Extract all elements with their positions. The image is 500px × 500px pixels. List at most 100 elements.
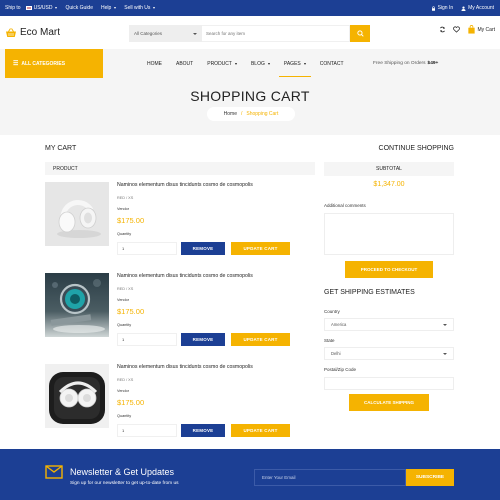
mail-icon: [45, 465, 63, 479]
subscribe-button[interactable]: SUBSCRIBE: [406, 469, 454, 486]
help-menu[interactable]: Help: [101, 5, 117, 11]
breadcrumb-home[interactable]: Home: [224, 111, 237, 117]
heart-icon[interactable]: [452, 26, 460, 33]
search-input[interactable]: [202, 25, 350, 42]
ship-to-label: Ship to: [5, 5, 21, 11]
menu-icon: ☰: [13, 61, 19, 67]
country-select[interactable]: America: [324, 318, 454, 331]
quantity-label: Quantity: [117, 323, 132, 327]
product-price: $175.00: [117, 307, 145, 316]
newsletter-section: Newsletter & Get Updates Sign up for our…: [0, 449, 500, 500]
chevron-down-icon: [193, 32, 197, 35]
watch-product-image[interactable]: [45, 273, 109, 337]
nav-home[interactable]: HOME: [140, 49, 169, 78]
newsletter-email-input[interactable]: Enter Your Email: [254, 469, 406, 486]
comments-textarea[interactable]: [324, 213, 454, 255]
zip-input[interactable]: [324, 377, 454, 390]
product-vendor: Vendor: [117, 207, 130, 211]
search-button[interactable]: [350, 25, 370, 42]
nav-contact-label: CONTACT: [319, 60, 344, 67]
breadcrumb-separator: /: [240, 111, 243, 117]
newsletter-subtitle: Sign up for our newsletter to get up-to-…: [70, 481, 179, 486]
quantity-input[interactable]: [117, 424, 177, 437]
page-title: SHOPPING CART: [190, 88, 310, 104]
nav-about[interactable]: ABOUT: [169, 49, 200, 78]
chevron-down-icon: [443, 352, 447, 355]
my-account-link[interactable]: My Account: [461, 5, 494, 11]
remove-button[interactable]: REMOVE: [181, 424, 225, 437]
chevron-down-icon: [234, 62, 237, 65]
main-nav: ☰ ALL CATEGORIES HOME ABOUT PRODUCT BLOG…: [0, 49, 500, 78]
update-cart-button[interactable]: UPDATE CART: [231, 424, 290, 437]
nav-home-label: HOME: [147, 60, 162, 67]
chevron-down-icon: [153, 7, 156, 9]
subtotal-value: $1,347.00: [373, 181, 405, 188]
remove-button[interactable]: REMOVE: [181, 333, 225, 346]
flag-icon: [25, 6, 32, 10]
subtotal-header: SUBTOTAL: [324, 162, 454, 176]
nav-blog[interactable]: BLOG: [244, 49, 277, 78]
headphones-product-image[interactable]: [45, 182, 109, 246]
product-title[interactable]: Naminos elementum disus tincidunts cosmo…: [117, 273, 253, 279]
quantity-input[interactable]: [117, 333, 177, 346]
free-shipping-notice: Free Shipping on Orders $49+: [373, 49, 438, 78]
remove-button[interactable]: REMOVE: [181, 242, 225, 255]
chevron-down-icon: [55, 7, 58, 9]
subtotal-label: SUBTOTAL: [376, 166, 402, 172]
all-categories-button[interactable]: ☰ ALL CATEGORIES: [5, 49, 103, 78]
nav-contact[interactable]: CONTACT: [313, 49, 351, 78]
page-hero: SHOPPING CART Home / Shopping Cart: [0, 78, 500, 135]
proceed-to-checkout-button[interactable]: PROCEED TO CHECKOUT: [345, 261, 433, 278]
cart-item: Naminos elementum disus tincidunts cosmo…: [45, 273, 315, 353]
nav-product[interactable]: PRODUCT: [200, 49, 244, 78]
chevron-down-icon: [267, 62, 270, 65]
search-bar: All Categories: [129, 25, 370, 42]
lock-icon: [431, 5, 435, 11]
product-vendor: Vendor: [117, 389, 130, 393]
state-select[interactable]: Delhi: [324, 347, 454, 360]
cart-button[interactable]: My Cart: [467, 25, 496, 34]
update-cart-button[interactable]: UPDATE CART: [231, 333, 290, 346]
calculate-shipping-button[interactable]: CALCULATE SHIPPING: [349, 394, 429, 411]
cart-item: Naminos elementum disus tincidunts cosmo…: [45, 364, 315, 444]
quick-guide-link[interactable]: Quick Guide: [65, 5, 93, 11]
my-account-label: My Account: [468, 5, 494, 11]
product-variant: RED / XS: [117, 196, 134, 200]
search-category-select[interactable]: All Categories: [129, 25, 202, 42]
state-value: Delhi: [331, 351, 341, 356]
chevron-down-icon: [303, 62, 306, 65]
cart-label: My Cart: [477, 26, 496, 33]
product-header-label: PRODUCT: [53, 165, 78, 172]
sign-in-label: Sign In: [437, 5, 454, 11]
continue-shopping-link[interactable]: CONTINUE SHOPPING: [379, 145, 454, 152]
product-title[interactable]: Naminos elementum disus tincidunts cosmo…: [117, 182, 253, 188]
nav-pages[interactable]: PAGES: [277, 49, 313, 78]
logo[interactable]: Eco Mart: [5, 27, 60, 38]
compare-icon[interactable]: [439, 26, 446, 33]
quantity-input[interactable]: [117, 242, 177, 255]
nav-product-label: PRODUCT: [207, 60, 232, 67]
product-title[interactable]: Naminos elementum disus tincidunts cosmo…: [117, 364, 253, 370]
site-header: Eco Mart All Categories My Cart: [0, 16, 500, 49]
product-vendor: Vendor: [117, 298, 130, 302]
earbuds-product-image[interactable]: [45, 364, 109, 428]
nav-pages-label: PAGES: [283, 60, 301, 67]
breadcrumb-current: Shopping Cart: [246, 111, 279, 117]
quick-guide-label: Quick Guide: [65, 5, 93, 11]
sell-with-us-menu[interactable]: Sell with Us: [124, 5, 156, 11]
chevron-down-icon: [114, 7, 117, 9]
nav-about-label: ABOUT: [176, 60, 194, 67]
sign-in-link[interactable]: Sign In: [431, 5, 454, 11]
shopping-bag-icon: [467, 25, 475, 34]
search-category-value: All Categories: [134, 31, 163, 36]
help-label: Help: [101, 5, 112, 11]
state-label: State: [324, 338, 335, 343]
update-cart-button[interactable]: UPDATE CART: [231, 242, 290, 255]
top-bar: Ship to US/USD Quick Guide Help Sell wit…: [0, 0, 500, 16]
nav-blog-label: BLOG: [250, 60, 265, 67]
shipping-estimates-heading: GET SHIPPING ESTIMATES: [324, 289, 415, 296]
all-categories-label: ALL CATEGORIES: [21, 60, 66, 67]
ship-to-selector[interactable]: Ship to US/USD: [5, 5, 58, 11]
breadcrumb: Home / Shopping Cart: [207, 107, 295, 121]
country-label: Country: [324, 309, 340, 314]
